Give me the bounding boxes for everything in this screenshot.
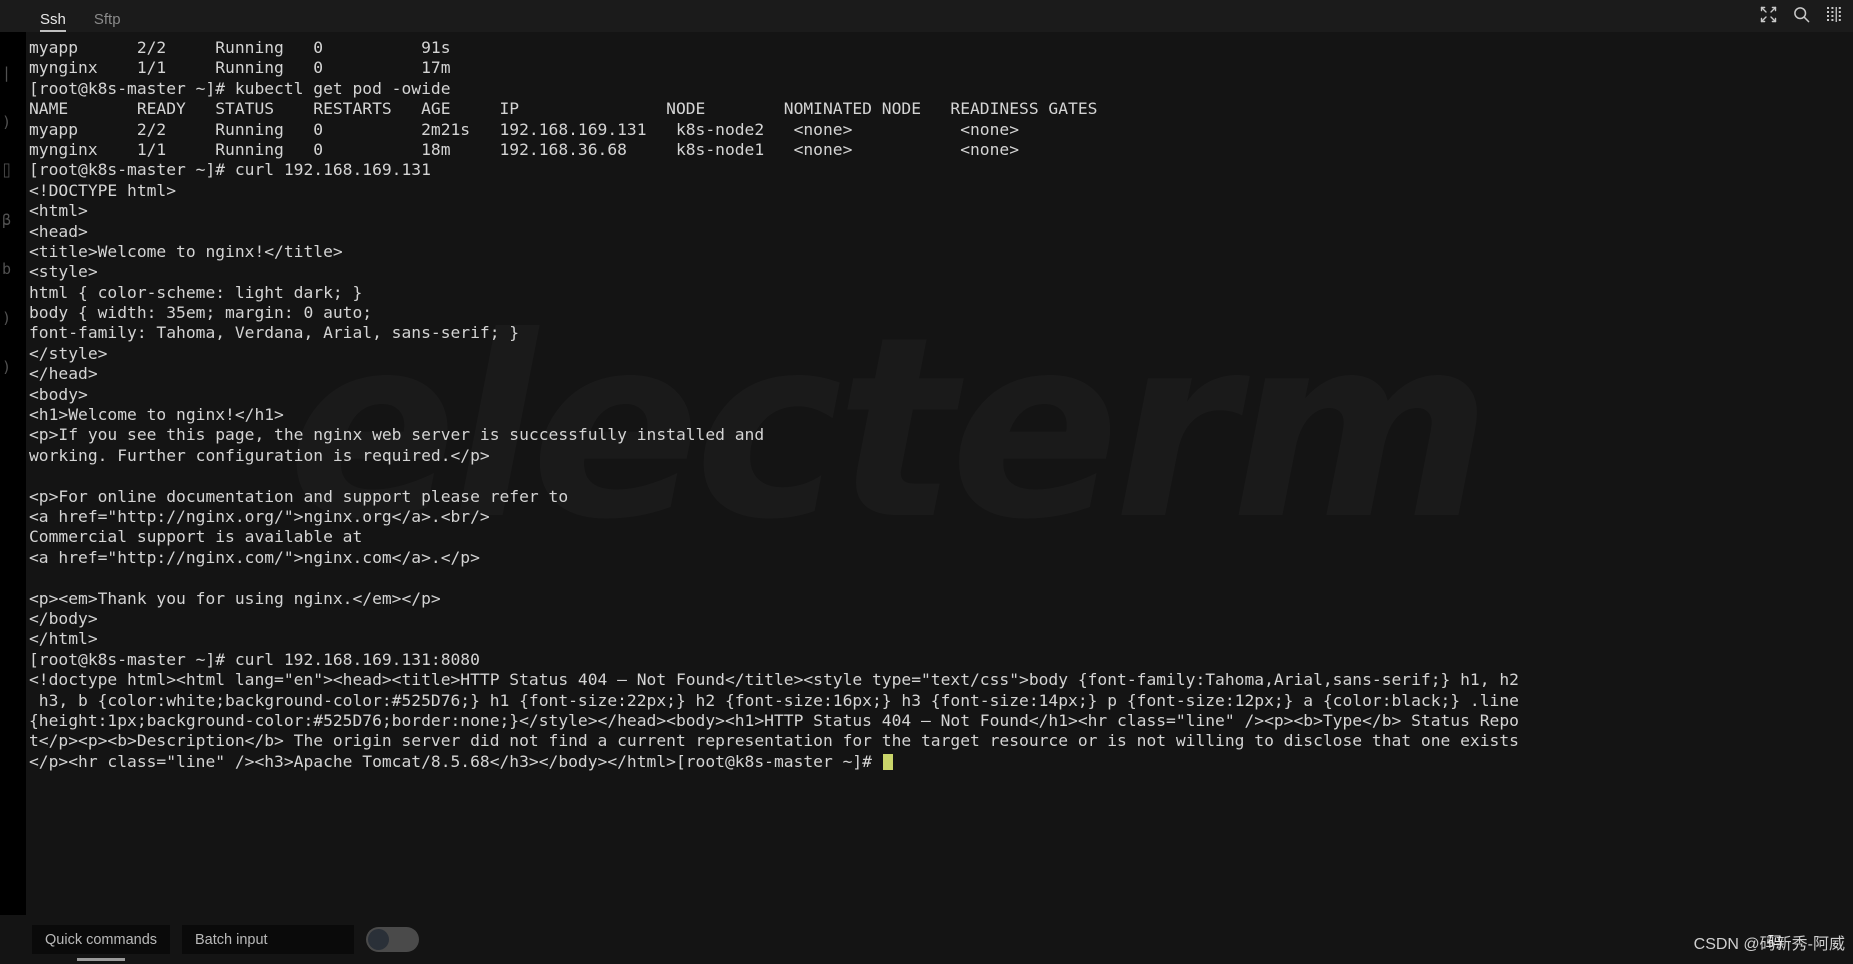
terminal-pane[interactable]: electerm myapp 2/2 Running 0 91smynginx … — [0, 32, 1853, 915]
electerm-window: ) | ) ⌷ β b ) ) Ssh Sftp — [0, 0, 1853, 964]
terminal-line: <p><em>Thank you for using nginx.</em></… — [29, 588, 441, 608]
csdn-watermark-overlap: 码 — [1767, 934, 1783, 951]
terminal-line: t</p><p><b>Description</b> The origin se… — [29, 731, 1519, 751]
tab-sftp[interactable]: Sftp — [80, 12, 135, 32]
terminal-line: NAME READY STATUS RESTARTS AGE IP NODE N… — [29, 99, 1098, 119]
terminal-line: <p>For online documentation and support … — [29, 486, 569, 506]
tab-bar: Ssh Sftp — [26, 0, 135, 32]
terminal-line: <head> — [29, 221, 88, 241]
terminal-line: [root@k8s-master ~]# curl 192.168.169.13… — [29, 160, 431, 180]
bottom-bar: Quick commands Batch input CSDN @码新秀-阿威 … — [0, 915, 1853, 964]
terminal-line: <!DOCTYPE html> — [29, 180, 177, 200]
terminal-output: myapp 2/2 Running 0 91s mynginx 1/1 Runni… — [26, 32, 1853, 772]
terminal-line: <a href="http://nginx.com/">nginx.com</a… — [29, 547, 480, 567]
tab-ssh[interactable]: Ssh — [26, 12, 80, 32]
terminal-line: <style> — [29, 262, 98, 282]
window-icons — [1760, 6, 1843, 23]
left-rail: ) | ) ⌷ β b ) ) — [0, 0, 26, 964]
terminal-line: font-family: Tahoma, Verdana, Arial, san… — [29, 323, 520, 343]
terminal-line: {height:1px;background-color:#525D76;bor… — [29, 710, 1519, 730]
terminal-line: </head> — [29, 364, 98, 384]
terminal-line: [root@k8s-master ~]# kubectl get pod -ow… — [29, 78, 451, 98]
terminal-line: mynginx 1/1 Running 0 18m 192.168.36.68 … — [29, 139, 1020, 159]
batch-input-button[interactable]: Batch input — [182, 925, 355, 954]
terminal-line: [root@k8s-master ~]# curl 192.168.169.13… — [29, 649, 480, 669]
terminal-line: <title>Welcome to nginx!</title> — [29, 241, 343, 261]
quick-commands-button[interactable]: Quick commands — [32, 925, 171, 954]
terminal-line: <a href="http://nginx.org/">nginx.org</a… — [29, 506, 490, 526]
terminal-line: myapp 2/2 Running 0 91s — [29, 38, 451, 57]
search-icon[interactable] — [1793, 6, 1810, 23]
terminal-line: h3, b {color:white;background-color:#525… — [29, 690, 1519, 710]
toggle-knob — [368, 929, 390, 950]
terminal-line: <p>If you see this page, the nginx web s… — [29, 425, 765, 445]
terminal-line: </body> — [29, 608, 98, 628]
terminal-line: </style> — [29, 343, 108, 363]
terminal-line: html { color-scheme: light dark; } — [29, 282, 363, 302]
csdn-watermark: CSDN @码新秀-阿威 码 — [1694, 930, 1845, 954]
tab-sftp-label: Sftp — [93, 11, 121, 28]
tab-ssh-label: Ssh — [40, 11, 66, 28]
terminal-line: </p><hr class="line" /><h3>Apache Tomcat… — [29, 752, 1853, 772]
terminal-line: working. Further configuration is requir… — [29, 445, 490, 465]
terminal-line: mynginx 1/1 Running 0 17m — [29, 58, 451, 78]
terminal-line: <body> — [29, 384, 88, 404]
terminal-line: </html> — [29, 629, 98, 649]
left-rail-glyphs: ) | ) ⌷ β b ) ) — [2, 15, 12, 376]
terminal-line: <html> — [29, 201, 88, 221]
bottom-bar-controls: Quick commands Batch input — [26, 925, 420, 954]
terminal-line: body { width: 35em; margin: 0 auto; — [29, 303, 373, 323]
terminal-line: myapp 2/2 Running 0 2m21s 192.168.169.13… — [29, 119, 1020, 139]
terminal-line: Commercial support is available at — [29, 527, 363, 547]
terminal-cursor — [882, 753, 893, 770]
batch-input-toggle[interactable] — [366, 927, 420, 952]
layout-icon[interactable] — [1826, 6, 1843, 23]
terminal-line: <h1>Welcome to nginx!</h1> — [29, 405, 284, 425]
terminal-line: <!doctype html><html lang="en"><head><ti… — [29, 670, 1519, 690]
title-bar: Ssh Sftp — [0, 0, 1853, 32]
fullscreen-icon[interactable] — [1760, 6, 1777, 23]
